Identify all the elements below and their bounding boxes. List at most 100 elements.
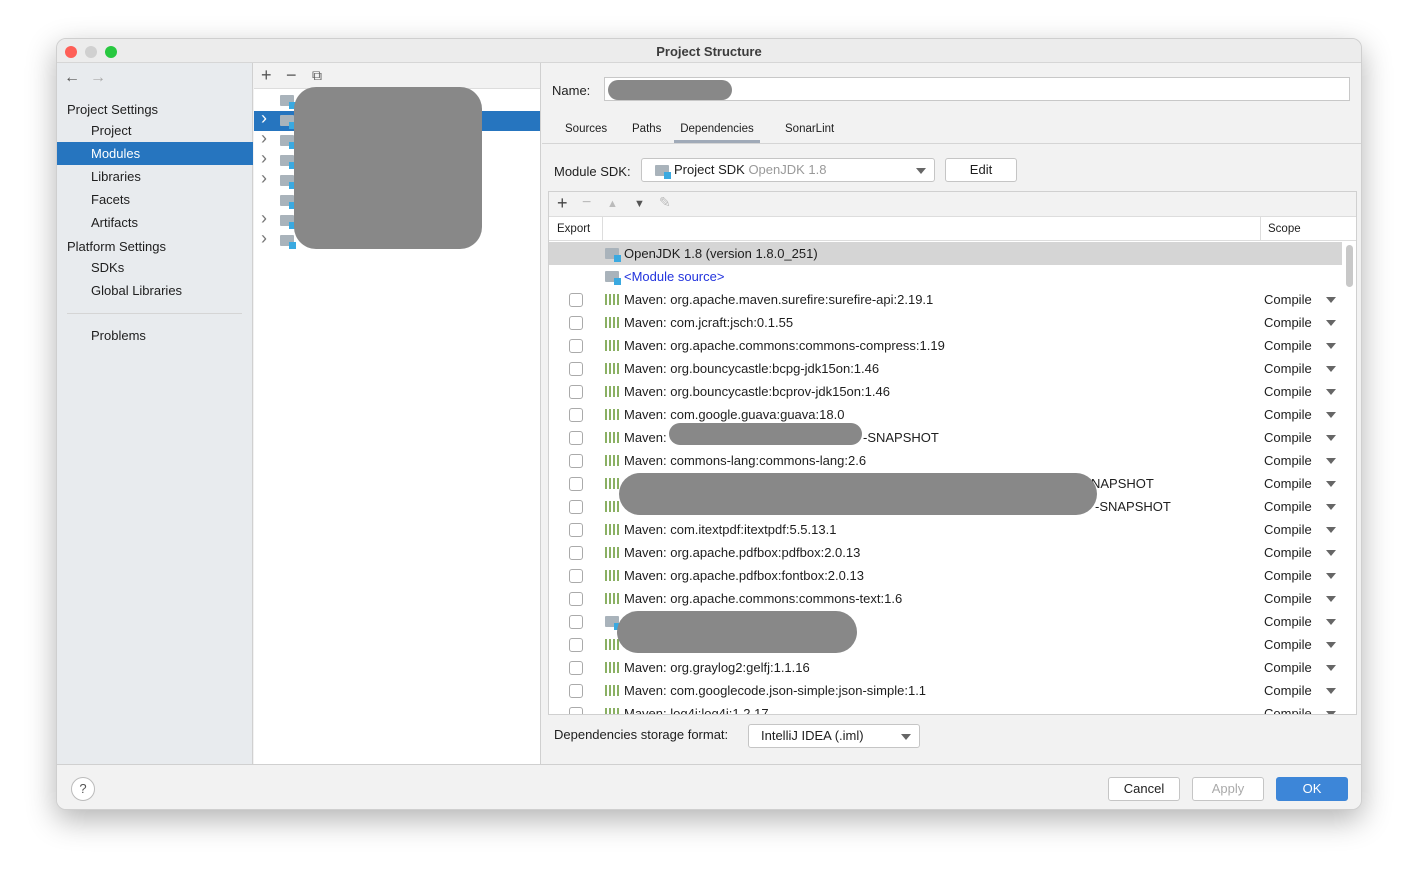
column-scope[interactable]: Scope [1268,223,1301,235]
dependency-row[interactable]: <Module source> [549,265,1342,288]
export-checkbox[interactable] [569,684,583,698]
export-checkbox[interactable] [569,523,583,537]
dependency-row[interactable]: Maven: com.googlecode.json-simple:json-s… [549,679,1342,702]
chevron-right-icon[interactable]: › [261,208,267,229]
apply-button[interactable]: Apply [1192,777,1264,801]
sidebar-item-artifacts[interactable]: Artifacts [57,211,253,234]
chevron-down-icon[interactable] [1326,481,1336,487]
chevron-down-icon[interactable] [1326,458,1336,464]
scope-value[interactable]: Compile [1264,476,1312,491]
chevron-down-icon[interactable] [1326,389,1336,395]
chevron-down-icon[interactable] [1326,527,1336,533]
remove-icon[interactable]: − [286,65,297,86]
chevron-down-icon[interactable] [1326,412,1336,418]
scope-value[interactable]: Compile [1264,568,1312,583]
sidebar-item-project[interactable]: Project [57,119,253,142]
scope-value[interactable]: Compile [1264,453,1312,468]
column-export[interactable]: Export [557,223,590,235]
sidebar-item-sdks[interactable]: SDKs [57,256,253,279]
chevron-down-icon[interactable] [1326,711,1336,714]
cancel-button[interactable]: Cancel [1108,777,1180,801]
chevron-down-icon[interactable] [1326,573,1336,579]
tab-sonarlint[interactable]: SonarLint [785,123,834,143]
dependency-row[interactable]: Maven: log4j:log4j:1.2.17 Compile [549,702,1342,714]
tab-paths[interactable]: Paths [632,123,661,143]
export-checkbox[interactable] [569,615,583,629]
scope-value[interactable]: Compile [1264,683,1312,698]
sidebar-item-modules[interactable]: Modules [57,142,253,165]
dependency-row[interactable]: Maven: com.jcraft:jsch:0.1.55 Compile [549,311,1342,334]
ok-button[interactable]: OK [1276,777,1348,801]
chevron-right-icon[interactable]: › [261,148,267,169]
export-checkbox[interactable] [569,500,583,514]
add-icon[interactable]: + [261,65,272,86]
export-checkbox[interactable] [569,569,583,583]
tab-dependencies[interactable]: Dependencies [674,123,760,143]
chevron-down-icon[interactable] [1326,320,1336,326]
scrollbar[interactable] [1346,245,1353,287]
scope-value[interactable]: Compile [1264,591,1312,606]
forward-arrow-icon[interactable]: → [90,69,106,87]
export-checkbox[interactable] [569,592,583,606]
scope-value[interactable]: Compile [1264,545,1312,560]
scope-value[interactable]: Compile [1264,292,1312,307]
dependency-row[interactable]: Maven: com.google.guava:guava:18.0 Compil… [549,403,1342,426]
dependency-row[interactable]: Maven: org.bouncycastle:bcprov-jdk15on:1… [549,380,1342,403]
dependency-row[interactable]: Maven: org.apache.maven.surefire:surefir… [549,288,1342,311]
scope-value[interactable]: Compile [1264,522,1312,537]
chevron-down-icon[interactable] [1326,688,1336,694]
chevron-right-icon[interactable]: › [261,108,267,129]
export-checkbox[interactable] [569,661,583,675]
add-icon[interactable]: + [557,193,568,214]
back-arrow-icon[interactable]: ← [64,69,80,87]
dependency-row[interactable]: Maven: org.apache.pdfbox:fontbox:2.0.13 C… [549,564,1342,587]
chevron-down-icon[interactable] [1326,435,1336,441]
edit-sdk-button[interactable]: Edit [945,158,1017,182]
move-down-icon[interactable]: ▼ [634,198,645,210]
export-checkbox[interactable] [569,477,583,491]
chevron-down-icon[interactable] [1326,297,1336,303]
sidebar-item-facets[interactable]: Facets [57,188,253,211]
export-checkbox[interactable] [569,293,583,307]
chevron-right-icon[interactable]: › [261,228,267,249]
sidebar-item-problems[interactable]: Problems [57,324,253,347]
storage-format-dropdown[interactable]: IntelliJ IDEA (.iml) [748,724,920,748]
chevron-right-icon[interactable]: › [261,128,267,149]
export-checkbox[interactable] [569,707,583,714]
scope-value[interactable]: Compile [1264,614,1312,629]
chevron-down-icon[interactable] [1326,366,1336,372]
move-up-icon[interactable]: ▲ [607,198,618,210]
dependency-row[interactable]: Maven: commons-lang:commons-lang:2.6 Comp… [549,449,1342,472]
tab-sources[interactable]: Sources [565,123,607,143]
close-window-button[interactable] [65,46,77,58]
dependency-row[interactable]: Maven: com.itextpdf:itextpdf:5.5.13.1 Com… [549,518,1342,541]
dependency-row[interactable]: OpenJDK 1.8 (version 1.8.0_251) [549,242,1342,265]
sidebar-item-global-libraries[interactable]: Global Libraries [57,279,253,302]
export-checkbox[interactable] [569,316,583,330]
module-sdk-dropdown[interactable]: Project SDK OpenJDK 1.8 [641,158,935,182]
scope-value[interactable]: Compile [1264,660,1312,675]
chevron-down-icon[interactable] [1326,619,1336,625]
scope-value[interactable]: Compile [1264,637,1312,652]
dependency-row[interactable]: Maven: org.graylog2:gelfj:1.1.16 Compile [549,656,1342,679]
chevron-down-icon[interactable] [1326,550,1336,556]
scope-value[interactable]: Compile [1264,361,1312,376]
scope-value[interactable]: Compile [1264,706,1312,714]
dependency-row[interactable]: Maven: org.apache.pdfbox:pdfbox:2.0.13 Co… [549,541,1342,564]
scope-value[interactable]: Compile [1264,499,1312,514]
scope-value[interactable]: Compile [1264,430,1312,445]
edit-pencil-icon[interactable]: ✎ [659,194,671,211]
scope-value[interactable]: Compile [1264,407,1312,422]
remove-icon[interactable]: − [582,194,591,212]
export-checkbox[interactable] [569,431,583,445]
dependency-row[interactable]: Maven: org.bouncycastle:bcpg-jdk15on:1.4… [549,357,1342,380]
help-button[interactable]: ? [71,777,95,801]
chevron-down-icon[interactable] [1326,504,1336,510]
zoom-window-button[interactable] [105,46,117,58]
chevron-down-icon[interactable] [1326,596,1336,602]
chevron-right-icon[interactable]: › [261,168,267,189]
export-checkbox[interactable] [569,638,583,652]
export-checkbox[interactable] [569,408,583,422]
export-checkbox[interactable] [569,454,583,468]
minimize-window-button[interactable] [85,46,97,58]
